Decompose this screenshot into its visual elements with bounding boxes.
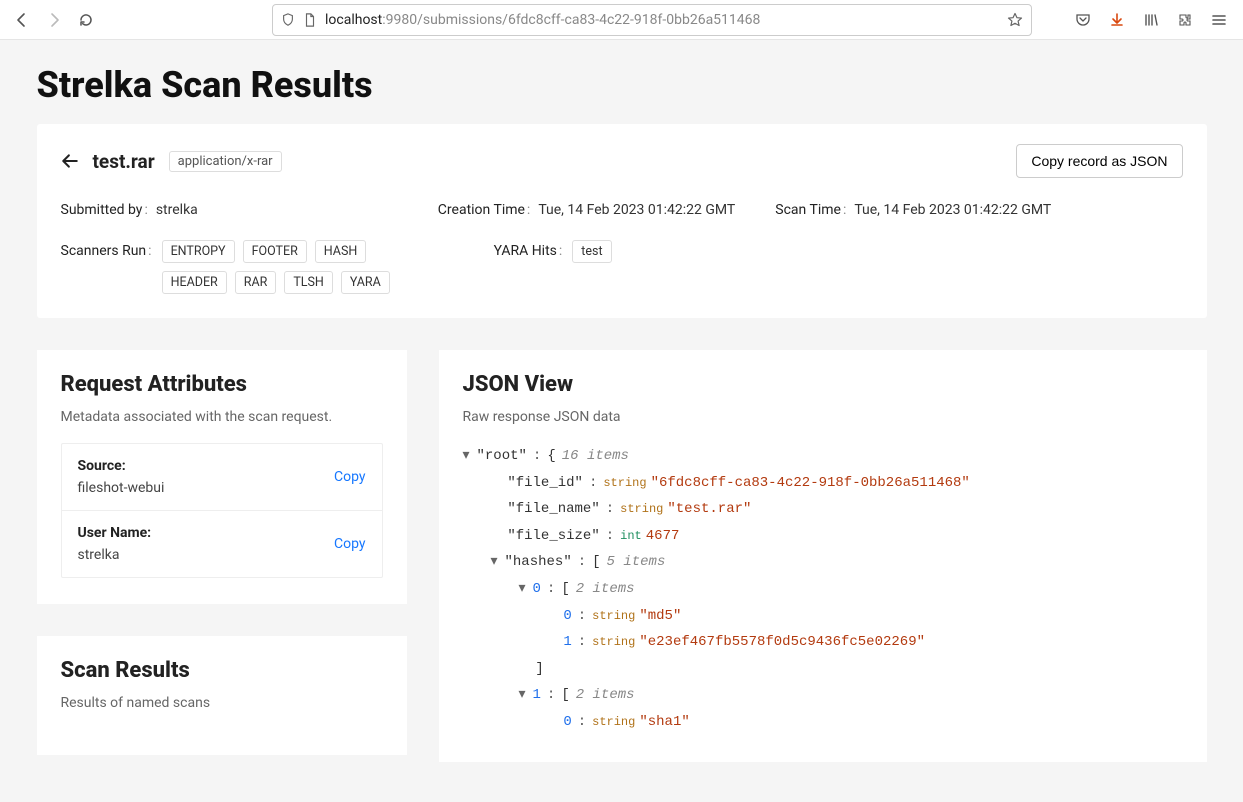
scanners-run-field: Scanners Run ENTROPY FOOTER HASH HEADER RAR T… bbox=[61, 240, 422, 294]
attribute-row: User Name: strelka Copy bbox=[62, 511, 382, 577]
json-root[interactable]: ▾"root":{16 items bbox=[463, 443, 1183, 470]
page-title: Strelka Scan Results bbox=[37, 40, 1207, 124]
scanners-run-label: Scanners Run bbox=[61, 240, 152, 259]
pocket-icon[interactable] bbox=[1075, 12, 1091, 28]
shield-icon bbox=[281, 13, 295, 27]
json-hash-0-1: 1:string"e23ef467fb5578f0d5c9436fc5e0226… bbox=[463, 629, 1183, 656]
scan-time-field: Scan Time Tue, 14 Feb 2023 01:42:22 GMT bbox=[775, 202, 1051, 218]
submitted-by-label: Submitted by bbox=[61, 202, 148, 218]
back-button[interactable] bbox=[12, 10, 32, 30]
json-tree: ▾"root":{16 items "file_id":string"6fdc8… bbox=[463, 443, 1183, 736]
attribute-key: User Name: bbox=[78, 525, 152, 541]
forward-button[interactable] bbox=[44, 10, 64, 30]
request-attributes-panel: Request Attributes Metadata associated w… bbox=[37, 350, 407, 604]
scanners-list: ENTROPY FOOTER HASH HEADER RAR TLSH YARA bbox=[162, 240, 422, 294]
scan-results-heading: Scan Results bbox=[61, 658, 383, 683]
attribute-value: strelka bbox=[78, 547, 152, 563]
copy-link[interactable]: Copy bbox=[334, 469, 366, 485]
caret-down-icon[interactable]: ▾ bbox=[519, 576, 529, 603]
page-icon bbox=[303, 13, 317, 27]
attribute-row: Source: fileshot-webui Copy bbox=[62, 444, 382, 511]
browser-chrome: localhost:9980/submissions/6fdc8cff-ca83… bbox=[0, 0, 1243, 40]
back-arrow-icon[interactable] bbox=[61, 152, 79, 170]
scanner-tag: YARA bbox=[341, 271, 390, 294]
request-attributes-heading: Request Attributes bbox=[61, 372, 383, 397]
json-hash-1-0: 0:string"sha1" bbox=[463, 709, 1183, 736]
nav-buttons bbox=[8, 10, 100, 30]
page: Strelka Scan Results test.rar applicatio… bbox=[0, 40, 1243, 802]
scan-time-label: Scan Time bbox=[775, 202, 846, 218]
file-name: test.rar bbox=[93, 150, 155, 173]
yara-hits-field: YARA Hits test bbox=[494, 240, 612, 263]
attribute-key: Source: bbox=[78, 458, 165, 474]
download-icon[interactable] bbox=[1109, 12, 1125, 28]
scan-results-subtitle: Results of named scans bbox=[61, 695, 383, 711]
scanner-tag: RAR bbox=[235, 271, 277, 294]
json-hashes[interactable]: ▾"hashes":[5 items bbox=[463, 549, 1183, 576]
url-host: localhost bbox=[325, 12, 382, 28]
caret-down-icon[interactable]: ▾ bbox=[491, 549, 501, 576]
scanner-tag: FOOTER bbox=[243, 240, 307, 263]
json-hash-0[interactable]: ▾0:[2 items bbox=[463, 576, 1183, 603]
copy-link[interactable]: Copy bbox=[334, 536, 366, 552]
yara-hits-list: test bbox=[572, 240, 611, 263]
scanner-tag: TLSH bbox=[284, 271, 333, 294]
scan-results-panel: Scan Results Results of named scans bbox=[37, 636, 407, 755]
scanner-tag: HASH bbox=[315, 240, 367, 263]
creation-time-label: Creation Time bbox=[438, 202, 531, 218]
extensions-icon[interactable] bbox=[1177, 12, 1193, 28]
library-icon[interactable] bbox=[1143, 12, 1159, 28]
json-view-panel: JSON View Raw response JSON data ▾"root"… bbox=[439, 350, 1207, 762]
json-hash-1[interactable]: ▾1:[2 items bbox=[463, 682, 1183, 709]
json-file-name: "file_name":string"test.rar" bbox=[463, 496, 1183, 523]
copy-record-button[interactable]: Copy record as JSON bbox=[1016, 144, 1182, 178]
scanner-tag: ENTROPY bbox=[162, 240, 235, 263]
caret-down-icon[interactable]: ▾ bbox=[519, 682, 529, 709]
url-bar[interactable]: localhost:9980/submissions/6fdc8cff-ca83… bbox=[272, 4, 1032, 36]
json-view-heading: JSON View bbox=[463, 372, 1183, 397]
toolbar-right bbox=[1075, 12, 1235, 28]
mime-tag: application/x-rar bbox=[169, 151, 282, 172]
creation-time-value: Tue, 14 Feb 2023 01:42:22 GMT bbox=[538, 202, 735, 218]
creation-time-field: Creation Time Tue, 14 Feb 2023 01:42:22 … bbox=[438, 202, 735, 218]
submitted-by-field: Submitted by strelka bbox=[61, 202, 198, 218]
url-text: localhost:9980/submissions/6fdc8cff-ca83… bbox=[325, 12, 999, 28]
attribute-value: fileshot-webui bbox=[78, 480, 165, 496]
yara-hit-tag: test bbox=[572, 240, 611, 263]
submitted-by-value: strelka bbox=[156, 202, 198, 218]
scan-time-value: Tue, 14 Feb 2023 01:42:22 GMT bbox=[854, 202, 1051, 218]
reload-button[interactable] bbox=[76, 10, 96, 30]
yara-hits-label: YARA Hits bbox=[494, 240, 563, 259]
request-attributes-list: Source: fileshot-webui Copy User Name: strel… bbox=[61, 443, 383, 578]
json-file-id: "file_id":string"6fdc8cff-ca83-4c22-918f… bbox=[463, 470, 1183, 497]
bookmark-star-icon[interactable] bbox=[1007, 12, 1023, 28]
caret-down-icon[interactable]: ▾ bbox=[463, 443, 473, 470]
json-file-size: "file_size":int4677 bbox=[463, 523, 1183, 550]
summary-card: test.rar application/x-rar Copy record a… bbox=[37, 124, 1207, 318]
scanner-tag: HEADER bbox=[162, 271, 227, 294]
request-attributes-subtitle: Metadata associated with the scan reques… bbox=[61, 409, 383, 425]
json-hash-0-close: ] bbox=[463, 656, 1183, 683]
url-rest: :9980/submissions/6fdc8cff-ca83-4c22-918… bbox=[382, 12, 760, 28]
json-view-subtitle: Raw response JSON data bbox=[463, 409, 1183, 425]
json-hash-0-0: 0:string"md5" bbox=[463, 603, 1183, 630]
menu-icon[interactable] bbox=[1211, 12, 1227, 28]
